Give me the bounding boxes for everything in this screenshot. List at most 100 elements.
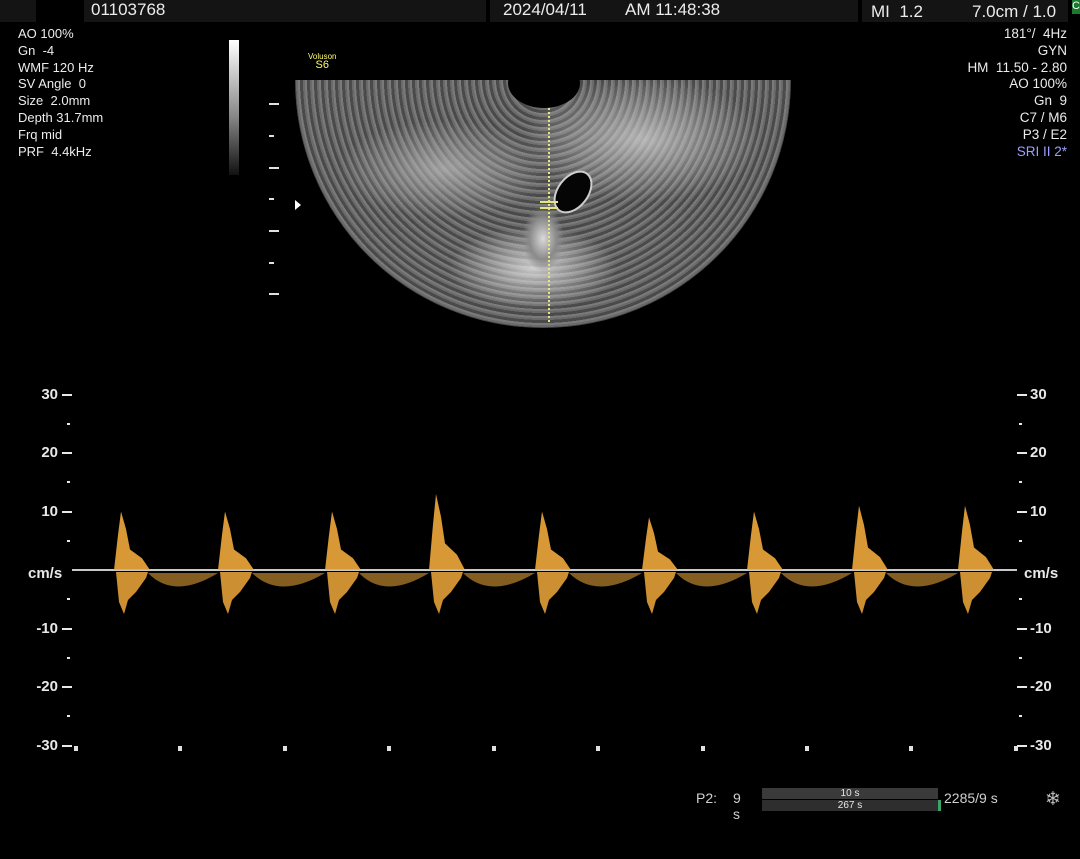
cine-bar-bottom[interactable]: 267 s [762,800,941,811]
velocity-minor-tick [67,422,70,425]
time-marker [74,746,78,751]
velocity-minor-tick [1019,481,1022,484]
param-angle-rate: 181°/ 4Hz [1003,26,1067,41]
velocity-label: 20 [41,444,58,461]
diastolic-signal [252,573,325,587]
param-sv-angle: SV Angle 0 [18,76,86,92]
velocity-unit: cm/s [1024,565,1059,582]
probe-label: P2: [696,790,718,806]
sample-gate-bottom[interactable] [540,207,558,209]
top-bar: 01103768 2024/04/11 AM 11:48:38 MI 1.2 7… [0,0,1080,22]
param-hm: HM 11.50 - 2.80 [967,59,1067,75]
param-wmf: WMF 120 Hz [18,59,94,75]
mirror-signal [644,572,676,614]
diastolic-signal [148,573,218,587]
time-marker [596,746,600,751]
velocity-minor-tick [67,539,70,542]
mirror-signal [854,572,886,614]
velocity-label: -10 [36,619,58,637]
param-size: Size 2.0mm [18,93,91,109]
param-ao-2d: AO 100% [1009,76,1067,92]
time-marker [283,746,287,751]
time-marker [1014,746,1018,751]
param-preset: GYN [1037,42,1067,58]
doppler-cursor-line[interactable] [548,108,550,322]
bmode-image [295,80,791,328]
mi-value: MI 1.2 [871,2,923,21]
velocity-label: -10 [1030,619,1052,637]
velocity-major-tick [1017,393,1027,396]
time-marker [701,746,705,751]
depth-tick [269,262,274,264]
time-marker [178,746,182,751]
velocity-minor-tick [1019,598,1022,601]
time-marker [805,746,809,751]
mirror-signal [431,572,463,614]
depth-tick [269,103,279,105]
param-prf: PRF 4.4kHz [18,143,92,159]
velocity-label: -30 [1030,736,1052,754]
mi-segment: MI 1.2 7.0cm / 1.0 [862,0,1068,22]
velocity-minor-tick [1019,539,1022,542]
velocity-major-tick [1017,510,1027,513]
velocity-major-tick [62,744,72,747]
velocity-minor-tick [67,715,70,718]
velocity-label: -20 [36,678,58,695]
velocity-unit: cm/s [28,565,63,582]
velocity-major-tick [1017,744,1027,747]
time-marker [909,746,913,751]
velocity-minor-tick [1019,715,1022,718]
velocity-major-tick [1017,627,1027,630]
velocity-label: 30 [41,385,58,403]
top-left-segment [0,0,36,22]
velocity-label: 10 [41,502,58,520]
param-gain: Gn -4 [18,42,55,58]
bmode-sector [295,80,791,328]
exam-date: 2024/04/11 [503,0,587,19]
velocity-minor-tick [1019,422,1022,425]
depth-tick [269,230,279,232]
depth-tick [269,198,274,200]
systolic-peak [958,505,994,570]
velocity-label: -30 [36,736,58,754]
mirror-signal [116,572,148,614]
snowflake-icon[interactable]: ❄ [1045,788,1061,811]
grayscale-bar [229,40,239,175]
systolic-peak [535,511,571,570]
systolic-peak [429,493,465,570]
frame-count: 2285/9 s [944,790,998,806]
diastolic-signal [886,573,958,587]
depth-tick [269,293,279,295]
image-parameters: 181°/ 4Hz GYN HM 11.50 - 2.80 AO 100% Gn… [967,26,1067,160]
systolic-peak [325,511,361,570]
diastolic-signal [359,573,429,587]
systolic-peak [852,505,888,570]
diastolic-signal [676,573,747,587]
depth-tick [269,167,279,169]
velocity-minor-tick [67,598,70,601]
sample-gate-top[interactable] [540,201,558,203]
diastolic-signal [781,573,852,587]
cine-bar-top[interactable]: 10 s [762,788,938,799]
velocity-major-tick [62,686,72,688]
spectrum-baseline[interactable] [72,569,1017,571]
velocity-minor-tick [67,481,70,484]
time-marker [492,746,496,751]
mirror-signal [220,572,252,614]
param-ao: AO 100% [18,26,74,41]
patient-id-segment: 01103768 [84,0,486,22]
param-c-m: C7 / M6 [1019,109,1067,125]
velocity-label: 30 [1030,385,1047,403]
mirror-signal [749,572,781,614]
velocity-minor-tick [67,656,70,659]
param-depth: Depth 31.7mm [18,109,104,125]
mirror-signal [960,572,992,614]
voluson-logo: Voluson S6 [308,52,336,71]
velocity-major-tick [62,452,72,454]
systolic-peak [747,511,783,570]
footer-status: P2: 9 s [696,790,741,822]
velocity-label: -20 [1030,678,1052,695]
patient-id: 01103768 [91,0,166,19]
depth-zoom: 7.0cm / 1.0 [972,2,1057,21]
param-frq: Frq mid [18,126,63,142]
